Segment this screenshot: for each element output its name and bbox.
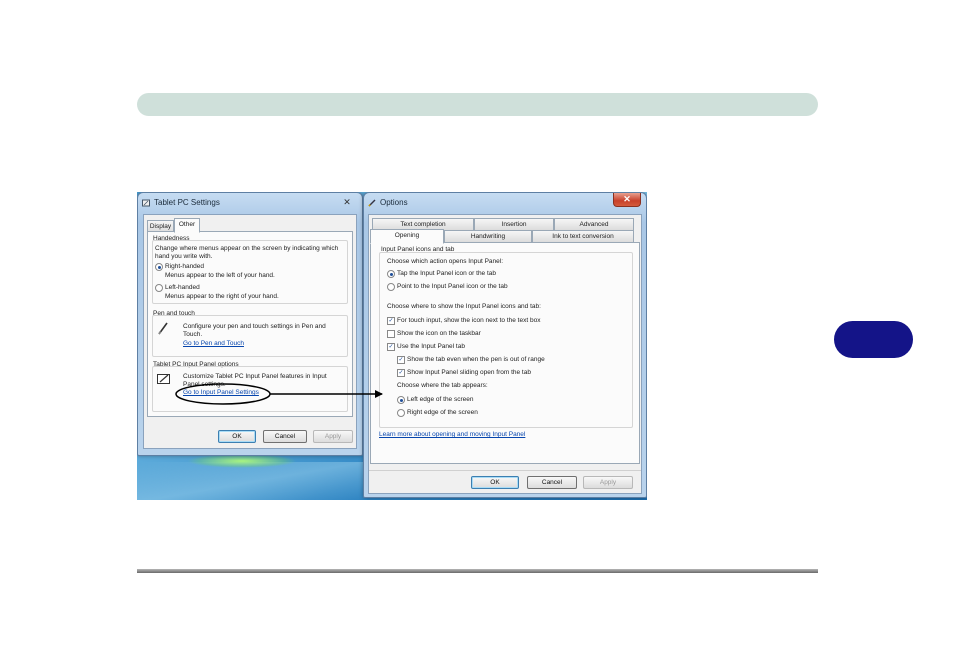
go-to-pen-touch-link[interactable]: Go to Pen and Touch <box>183 340 244 348</box>
go-to-input-panel-settings-link[interactable]: Go to Input Panel Settings <box>183 389 259 397</box>
ok-button[interactable]: OK <box>218 430 256 443</box>
button-row: OK Cancel Apply <box>369 470 641 493</box>
right-edge-label[interactable]: Right edge of the screen <box>407 409 478 417</box>
tab-opening[interactable]: Opening <box>370 229 444 244</box>
pen-touch-desc-2: Touch. <box>183 331 203 338</box>
tap-option-radio[interactable] <box>387 270 395 278</box>
handedness-desc-1: Change where menus appear on the screen … <box>155 245 339 252</box>
desktop-highlight <box>187 454 297 468</box>
opening-page: Input Panel icons and tab Choose which a… <box>370 242 640 464</box>
close-button[interactable]: ✕ <box>613 193 641 207</box>
left-handed-desc: Menus appear to the right of your hand. <box>165 293 279 300</box>
ok-button[interactable]: OK <box>471 476 519 489</box>
out-of-range-checkbox[interactable]: ✓ <box>397 356 405 364</box>
touch-option-checkbox[interactable]: ✓ <box>387 317 395 325</box>
tablet-pc-settings-window: Tablet PC Settings ✕ Display Other Hande… <box>137 192 363 456</box>
use-tab-checkbox[interactable]: ✓ <box>387 343 395 351</box>
tab-appears-heading: Choose where the tab appears: <box>397 382 488 389</box>
where-heading: Choose where to show the Input Panel ico… <box>387 303 541 310</box>
options-window: Options ✕ Text completion Insertion Adva… <box>363 192 647 498</box>
cancel-button[interactable]: Cancel <box>263 430 307 443</box>
out-of-range-label[interactable]: Show the tab even when the pen is out of… <box>407 356 545 364</box>
left-handed-label[interactable]: Left-handed <box>165 284 200 292</box>
input-panel-icon <box>157 374 170 384</box>
chapter-tab <box>834 321 913 358</box>
tab-other[interactable]: Other <box>174 218 200 233</box>
point-option-radio[interactable] <box>387 283 395 291</box>
dialog-client: Display Other Handedness Change where me… <box>143 214 357 449</box>
sliding-label[interactable]: Show Input Panel sliding open from the t… <box>407 369 531 377</box>
point-option-label[interactable]: Point to the Input Panel icon or the tab <box>397 283 508 291</box>
footer-rule <box>137 569 818 573</box>
pen-touch-group <box>152 315 348 357</box>
pen-touch-desc-1: Configure your pen and touch settings in… <box>183 323 326 330</box>
window-title: Options <box>380 198 408 207</box>
handedness-desc-2: hand you write with. <box>155 253 213 260</box>
pen-icon <box>158 322 168 335</box>
window-title: Tablet PC Settings <box>154 198 220 207</box>
windows-screenshot: Tablet PC Settings ✕ Display Other Hande… <box>137 192 647 500</box>
taskbar-option-label[interactable]: Show the icon on the taskbar <box>397 330 481 338</box>
use-tab-label[interactable]: Use the Input Panel tab <box>397 343 465 351</box>
action-heading: Choose which action opens Input Panel: <box>387 258 503 265</box>
apply-button[interactable]: Apply <box>313 430 353 443</box>
right-handed-label[interactable]: Right-handed <box>165 263 204 271</box>
right-handed-radio[interactable] <box>155 263 163 271</box>
tab-page: Handedness Change where menus appear on … <box>147 231 353 417</box>
input-panel-desc-2: Panel settings. <box>183 381 226 388</box>
right-edge-radio[interactable] <box>397 409 405 417</box>
sliding-checkbox[interactable]: ✓ <box>397 369 405 377</box>
apply-button[interactable]: Apply <box>583 476 633 489</box>
dialog-client: Text completion Insertion Advanced Openi… <box>368 214 642 494</box>
input-panel-desc-1: Customize Tablet PC Input Panel features… <box>183 373 327 380</box>
taskbar-option-checkbox[interactable] <box>387 330 395 338</box>
right-handed-desc: Menus appear to the left of your hand. <box>165 272 275 279</box>
cancel-button[interactable]: Cancel <box>527 476 577 489</box>
header-bar <box>137 93 818 116</box>
left-edge-label[interactable]: Left edge of the screen <box>407 396 474 404</box>
tap-option-label[interactable]: Tap the Input Panel icon or the tab <box>397 270 496 278</box>
left-handed-radio[interactable] <box>155 284 163 292</box>
learn-more-link[interactable]: Learn more about opening and moving Inpu… <box>379 431 525 439</box>
close-button[interactable]: ✕ <box>340 196 354 208</box>
touch-option-label[interactable]: For touch input, show the icon next to t… <box>397 317 540 325</box>
left-edge-radio[interactable] <box>397 396 405 404</box>
